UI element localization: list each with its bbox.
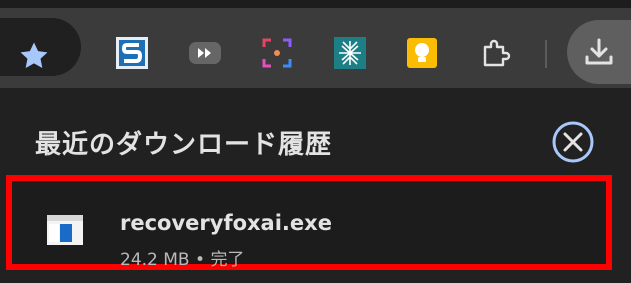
- downloads-button[interactable]: [567, 20, 631, 84]
- close-icon: [552, 121, 594, 163]
- screenshot-extension-icon: [262, 38, 292, 68]
- extensions-menu-button[interactable]: [478, 36, 512, 70]
- meta-separator: •: [195, 250, 206, 270]
- window-top-strip: [0, 0, 631, 8]
- toolbar-separator: [545, 40, 547, 68]
- s-extension-icon: [116, 37, 148, 69]
- download-bubble-title: 最近のダウンロード履歴: [35, 130, 333, 160]
- download-icon: [585, 38, 613, 65]
- browser-toolbar: [0, 8, 631, 88]
- bookmark-star-button[interactable]: [14, 36, 54, 76]
- keep-extension-button[interactable]: [405, 36, 439, 70]
- download-file-meta: 24.2 MB • 完了: [120, 245, 244, 270]
- screenshot-extension-button[interactable]: [260, 36, 294, 70]
- download-item[interactable]: recoveryfoxai.exe 24.2 MB • 完了: [6, 175, 612, 270]
- close-button[interactable]: [551, 120, 595, 164]
- network-extension-icon: [334, 37, 366, 69]
- network-extension-button[interactable]: [333, 36, 367, 70]
- star-icon: [20, 42, 48, 69]
- s-extension-button[interactable]: [115, 36, 149, 70]
- keep-bulb-extension-icon: [407, 38, 437, 68]
- video-speed-extension-icon: [189, 42, 221, 64]
- video-speed-extension-button[interactable]: [188, 36, 222, 70]
- download-status: 完了: [210, 250, 245, 270]
- exe-file-icon: [47, 215, 83, 245]
- puzzle-extensions-icon: [483, 39, 511, 67]
- download-file-size: 24.2 MB: [120, 250, 190, 270]
- download-file-name: recoveryfoxai.exe: [120, 211, 332, 235]
